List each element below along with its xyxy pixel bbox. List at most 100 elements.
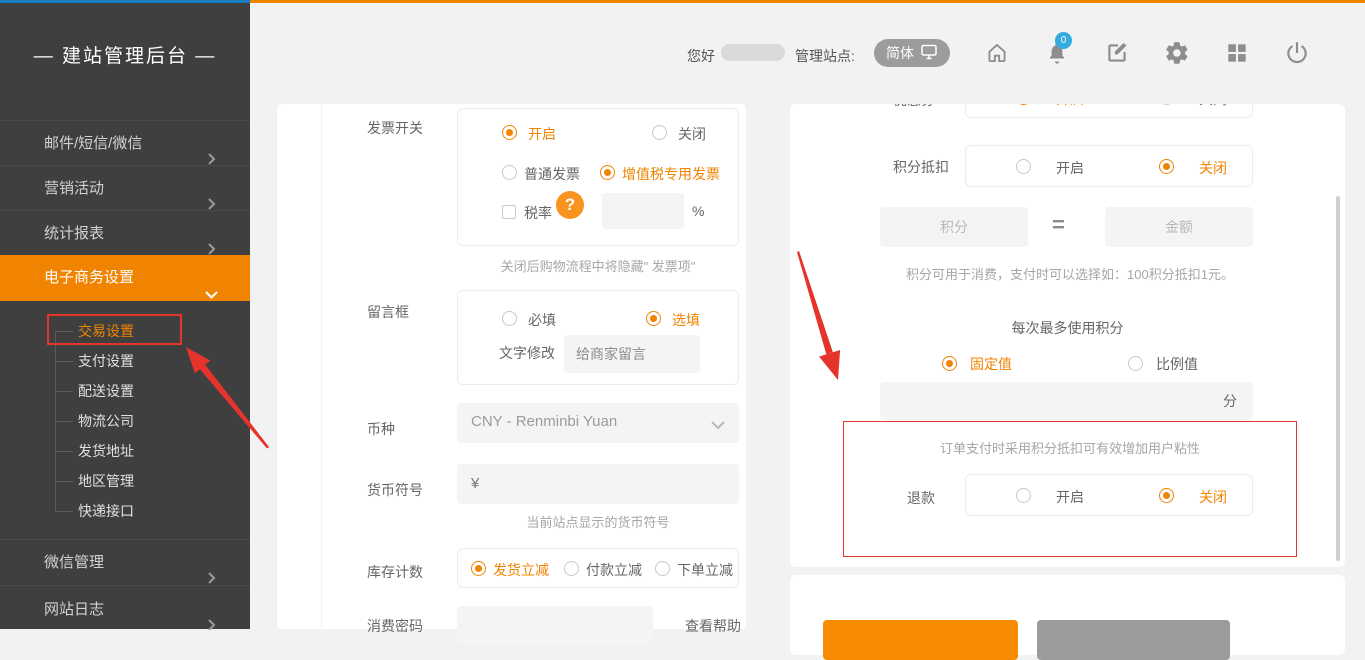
radio-points-on[interactable] (1016, 159, 1031, 174)
radio-refund-off[interactable] (1159, 488, 1174, 503)
consume-password-label: 消费密码 (367, 616, 423, 636)
language-label: 简体 (886, 43, 914, 63)
radio-invoice-vat[interactable] (600, 165, 615, 180)
sidebar-item-label: 营销活动 (44, 180, 104, 197)
message-options-box: 必填 选填 文字修改 给商家留言 (457, 290, 739, 385)
ratio-value-label[interactable]: 比例值 (1156, 354, 1198, 374)
stock-ship-label[interactable]: 发货立减 (493, 560, 549, 580)
submenu-item-trade-settings[interactable]: 交易设置 (0, 316, 250, 346)
consume-password-input[interactable] (457, 606, 653, 644)
checkbox-tax-rate[interactable] (502, 205, 516, 219)
points-usage-hint: 积分可用于消费，支付时可以选择如：100积分抵扣1元。 (820, 264, 1320, 283)
submenu-item-payment-settings[interactable]: 支付设置 (0, 346, 250, 376)
chevron-down-icon (205, 273, 218, 319)
radio-points-off[interactable] (1159, 159, 1174, 174)
radio-message-required[interactable] (502, 311, 517, 326)
sidebar-item-ecommerce-settings[interactable]: 电子商务设置 (0, 255, 250, 301)
app-title: — 建站管理后台 — (0, 41, 250, 68)
points-on-label[interactable]: 开启 (1056, 158, 1084, 178)
message-required-label[interactable]: 必填 (528, 310, 556, 330)
submenu-item-region-management[interactable]: 地区管理 (0, 466, 250, 496)
max-points-title: 每次最多使用积分 (790, 318, 1345, 338)
sidebar-bottom-menu: 微信管理 网站日志 (0, 539, 250, 632)
points-value-input[interactable]: 积分 (880, 207, 1028, 247)
coupon-on-label[interactable]: 开启 (1056, 104, 1084, 109)
chevron-down-icon (711, 417, 725, 435)
tax-rate-label: 税率 (524, 203, 552, 223)
fixed-value-label[interactable]: 固定值 (970, 354, 1012, 374)
radio-coupon-off[interactable] (1159, 104, 1174, 105)
stock-pay-label[interactable]: 付款立减 (586, 560, 642, 580)
chevron-right-icon (206, 603, 218, 650)
message-optional-label[interactable]: 选填 (672, 310, 700, 330)
text-edit-label: 文字修改 (499, 343, 555, 363)
max-points-input[interactable]: 分 (880, 382, 1253, 420)
invoice-vat-label[interactable]: 增值税专用发票 (622, 164, 720, 184)
invoice-on-label[interactable]: 开启 (528, 124, 556, 144)
message-text-input[interactable]: 给商家留言 (564, 335, 700, 373)
refund-label: 退款 (907, 488, 935, 508)
points-annotation-hint: 订单支付时采用积分抵扣可有效增加用户粘性 (843, 438, 1297, 457)
submenu-item-delivery-settings[interactable]: 配送设置 (0, 376, 250, 406)
radio-stock-ship[interactable] (471, 561, 486, 576)
sidebar: — 建站管理后台 — 邮件/短信/微信 营销活动 统计报表 电子商务设置 交易设… (0, 3, 250, 629)
sidebar-item-site-log[interactable]: 网站日志 (0, 585, 250, 632)
sidebar-item-label: 网站日志 (44, 601, 104, 618)
view-help-link[interactable]: 查看帮助 (685, 616, 741, 636)
refund-on-label[interactable]: 开启 (1056, 487, 1084, 507)
sidebar-item-marketing[interactable]: 营销活动 (0, 165, 250, 210)
radio-ratio-value[interactable] (1128, 356, 1143, 371)
power-icon[interactable] (1284, 40, 1310, 66)
panel-scrollbar[interactable] (1336, 196, 1340, 561)
save-button[interactable] (823, 620, 1018, 660)
edit-icon[interactable] (1104, 40, 1130, 66)
points-off-label[interactable]: 关闭 (1199, 158, 1227, 178)
sidebar-submenu: 交易设置 支付设置 配送设置 物流公司 发货地址 地区管理 快递接口 (0, 316, 250, 526)
submenu-item-shipping-address[interactable]: 发货地址 (0, 436, 250, 466)
sidebar-item-statistics[interactable]: 统计报表 (0, 210, 250, 255)
tax-rate-input[interactable] (602, 193, 684, 229)
refund-off-label[interactable]: 关闭 (1199, 487, 1227, 507)
grid-icon[interactable] (1224, 40, 1250, 66)
currency-select[interactable]: CNY - Renminbi Yuan (457, 403, 739, 443)
invoice-switch-label: 发票开关 (367, 118, 423, 138)
radio-coupon-on[interactable] (1016, 104, 1031, 105)
currency-symbol-hint: 当前站点显示的货币符号 (457, 512, 739, 531)
submenu-item-express-interface[interactable]: 快递接口 (0, 496, 250, 526)
stock-order-label[interactable]: 下单立减 (677, 560, 733, 580)
currency-value: CNY - Renminbi Yuan (471, 413, 617, 430)
radio-invoice-on[interactable] (502, 125, 517, 140)
radio-stock-order[interactable] (655, 561, 670, 576)
currency-symbol-input[interactable]: ¥ (457, 464, 739, 504)
question-badge-icon[interactable]: ? (556, 191, 584, 219)
right-form-panel: 优惠券 开启 关闭 积分抵扣 开启 关闭 积分 = 金额 积分可用于消费，支付时… (790, 104, 1345, 567)
greeting-text: 您好 (687, 46, 715, 66)
amount-value-input[interactable]: 金额 (1105, 207, 1253, 247)
percent-sign: % (692, 203, 704, 219)
radio-invoice-off[interactable] (652, 125, 667, 140)
cancel-button[interactable] (1037, 620, 1230, 660)
sidebar-item-label: 微信管理 (44, 554, 104, 571)
left-form-panel: 发票开关 开启 关闭 普通发票 增值税专用发票 税率 ? % 关闭后购物流程中将… (277, 104, 746, 629)
radio-refund-on[interactable] (1016, 488, 1031, 503)
stock-options-box: 发货立减 付款立减 下单立减 (457, 548, 739, 588)
equals-sign: = (1052, 212, 1065, 238)
submenu-item-logistics-company[interactable]: 物流公司 (0, 406, 250, 436)
message-box-label: 留言框 (367, 302, 409, 322)
radio-fixed-value[interactable] (942, 356, 957, 371)
radio-invoice-plain[interactable] (502, 165, 517, 180)
currency-symbol-label: 货币符号 (367, 480, 423, 500)
home-icon[interactable] (984, 40, 1010, 66)
manage-site-label: 管理站点: (795, 46, 855, 66)
radio-stock-pay[interactable] (564, 561, 579, 576)
sidebar-item-label: 邮件/短信/微信 (44, 135, 142, 152)
invoice-off-label[interactable]: 关闭 (678, 124, 706, 144)
coupon-off-label[interactable]: 关闭 (1199, 104, 1227, 109)
gear-icon[interactable] (1164, 40, 1190, 66)
sidebar-item-mail-sms-wechat[interactable]: 邮件/短信/微信 (0, 120, 250, 165)
radio-message-optional[interactable] (646, 311, 661, 326)
language-switch-button[interactable]: 简体 (874, 39, 950, 67)
footer-panel (790, 575, 1345, 655)
invoice-plain-label[interactable]: 普通发票 (524, 164, 580, 184)
sidebar-item-wechat-management[interactable]: 微信管理 (0, 539, 250, 585)
